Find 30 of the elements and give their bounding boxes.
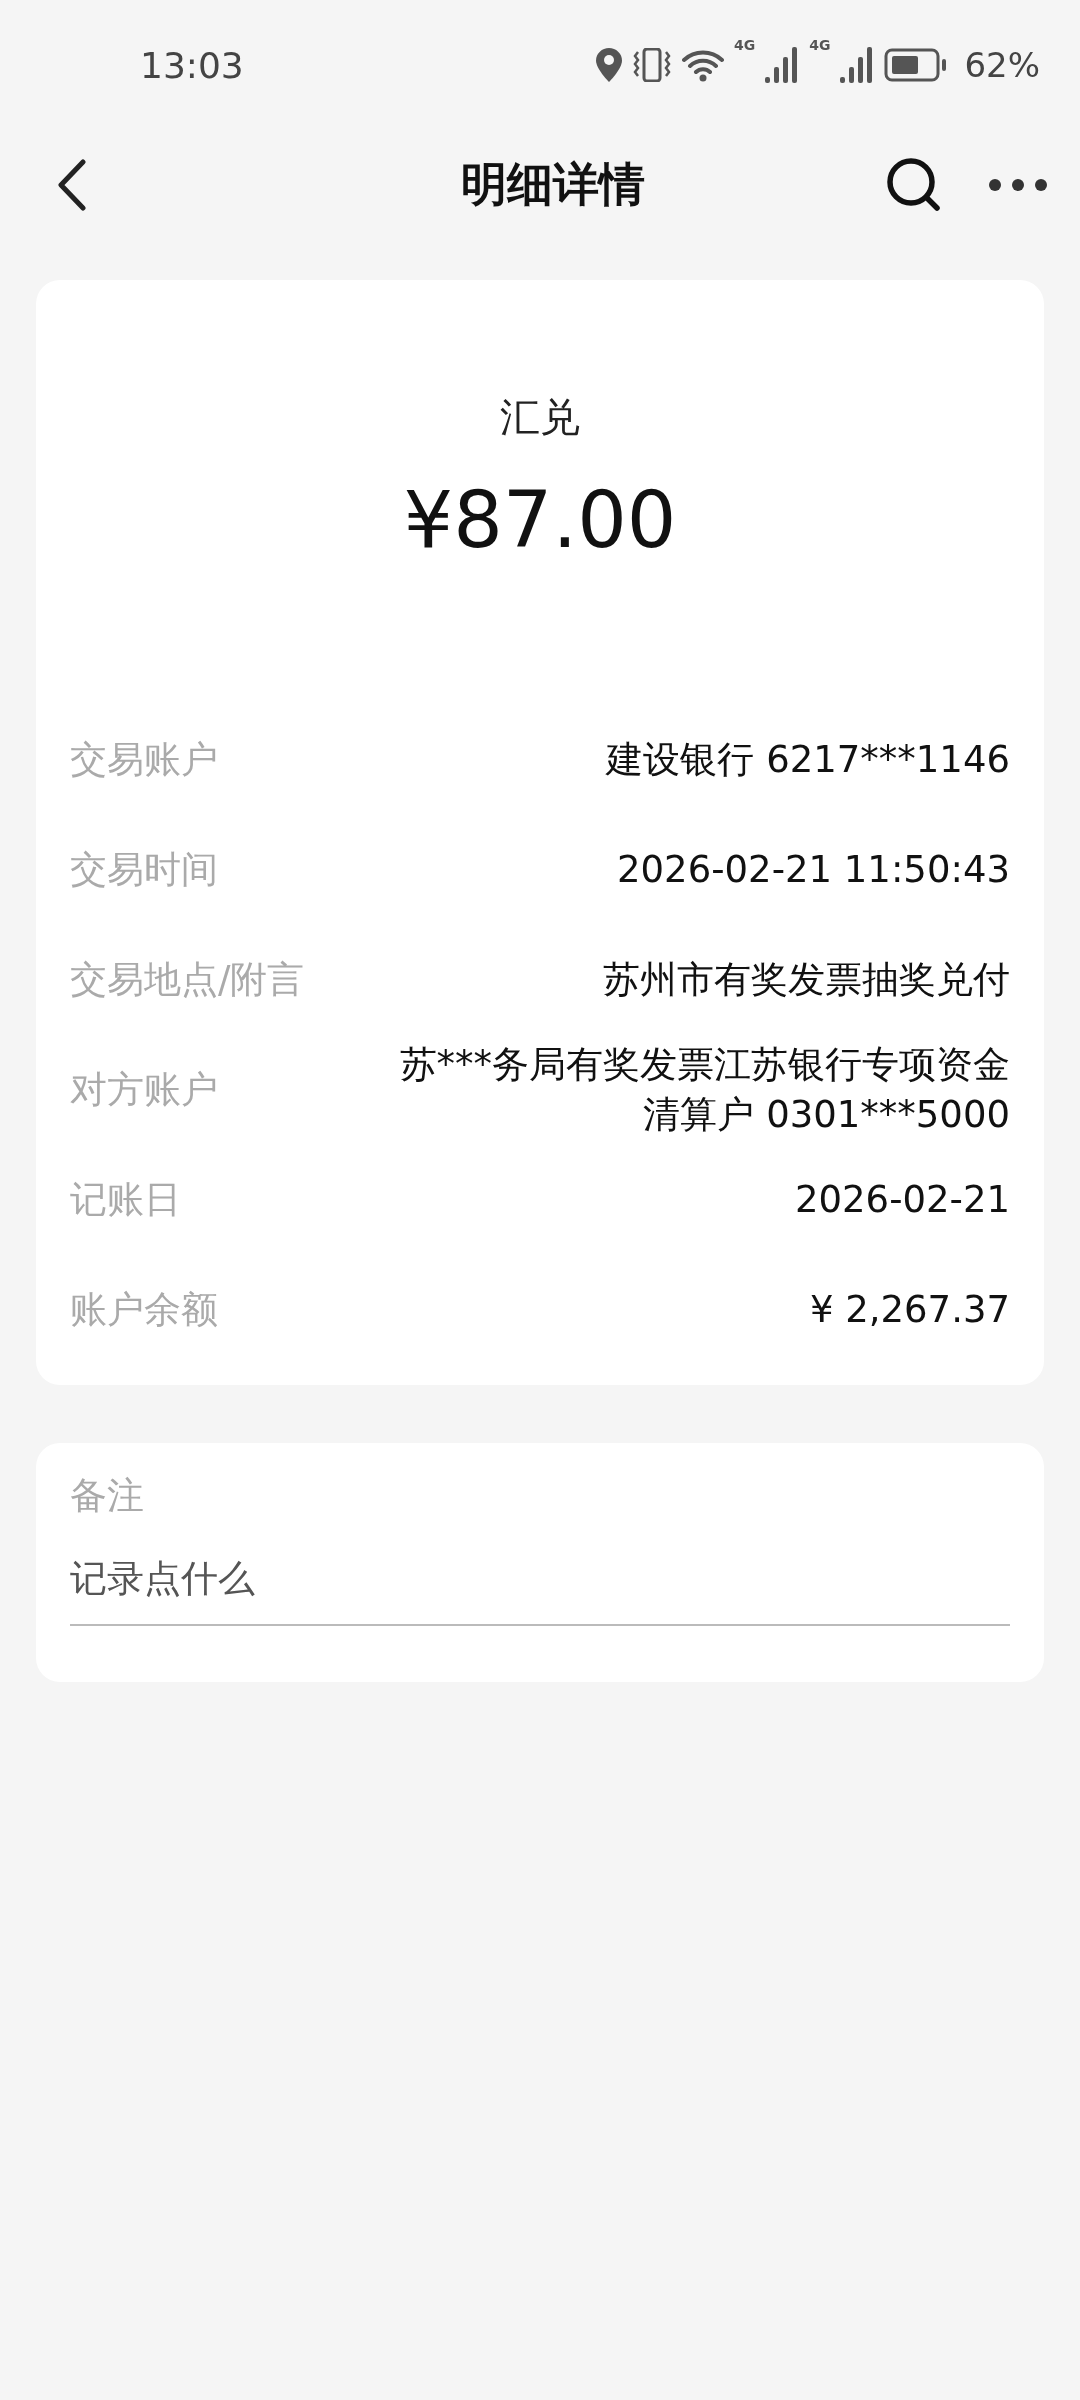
detail-value: 建设银行 6217***1146	[606, 737, 1010, 784]
detail-label: 交易账户	[70, 737, 218, 783]
detail-value: ¥ 2,267.37	[809, 1287, 1010, 1334]
status-time: 13:03	[140, 44, 244, 86]
detail-label: 交易时间	[70, 847, 218, 893]
battery-icon	[884, 48, 949, 82]
detail-label: 账户余额	[70, 1287, 218, 1333]
battery-percent: 62%	[964, 45, 1040, 85]
wifi-icon	[681, 48, 724, 82]
back-icon	[57, 159, 87, 211]
note-label: 备注	[69, 1473, 145, 1519]
detail-value: 苏***务局有奖发票江苏银行专项资金清算户 0301***5000	[398, 1042, 1010, 1138]
signal-icon	[765, 45, 800, 85]
vibrate-icon	[631, 48, 672, 82]
more-icon	[988, 178, 1048, 192]
network-type: 4G	[809, 37, 831, 53]
location-icon	[595, 48, 622, 82]
page-title: 明细详情	[460, 156, 646, 213]
detail-label: 记账日	[70, 1177, 181, 1223]
transaction-type: 汇兑	[499, 393, 581, 442]
detail-label: 交易地点/附言	[70, 957, 305, 1003]
detail-value: 2026-02-21 11:50:43	[617, 847, 1010, 894]
signal-icon	[840, 45, 875, 85]
transaction-amount: ¥87.00	[402, 475, 678, 565]
detail-label: 对方账户	[70, 1067, 218, 1113]
note-field[interactable]: 备注 记录点什么	[36, 1443, 1044, 1682]
detail-value: 2026-02-21	[794, 1177, 1010, 1224]
network-type: 4G	[733, 37, 756, 53]
search-icon	[885, 156, 943, 214]
detail-value: 苏州市有奖发票抽奖兑付	[603, 957, 1010, 1004]
